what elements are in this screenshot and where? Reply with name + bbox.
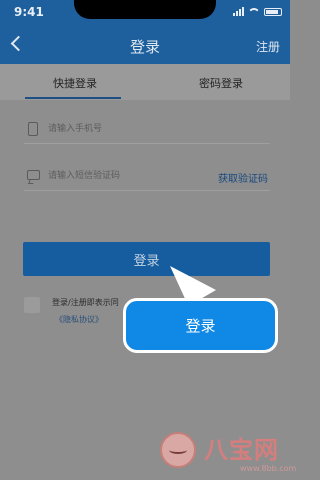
login-button[interactable]: 登录 <box>23 242 270 276</box>
register-link[interactable]: 注册 <box>256 38 280 55</box>
phone-field-row <box>24 119 270 144</box>
status-icons <box>233 7 282 16</box>
page-title: 登录 <box>129 38 160 56</box>
login-form-area: 快捷登录 密码登录 获取验证码 登录 登录/注册即表示同 《隐私协议》 <box>0 64 290 480</box>
status-bar: 9:41 <box>0 0 290 26</box>
agreement-checkbox[interactable] <box>24 297 40 313</box>
nav-bar: 登录 注册 <box>0 26 290 64</box>
camera-notch <box>74 0 216 19</box>
watermark: 八宝网 www.8bb.com <box>160 432 296 480</box>
sms-code-input[interactable] <box>48 168 208 184</box>
callout-bubble: 登录 <box>123 298 278 353</box>
phone-icon <box>28 122 38 136</box>
privacy-policy-link[interactable]: 《隐私协议》 <box>55 314 103 325</box>
active-tab-indicator <box>25 97 121 99</box>
callout-label: 登录 <box>185 317 216 335</box>
watermark-url: www.8bb.com <box>240 464 297 473</box>
status-time: 9:41 <box>14 5 44 19</box>
code-field-row: 获取验证码 <box>24 166 270 191</box>
login-button-label: 登录 <box>133 253 160 269</box>
login-screen: 9:41 登录 注册 快捷登录 密码登录 获取验证码 登录 <box>0 0 296 480</box>
signal-icon <box>233 7 244 16</box>
phone-input[interactable] <box>48 121 208 137</box>
battery-icon <box>264 7 282 16</box>
wifi-icon <box>248 7 260 16</box>
watermark-logo-icon <box>160 432 196 468</box>
watermark-title: 八宝网 <box>204 436 279 464</box>
login-tabs: 快捷登录 密码登录 <box>0 64 290 100</box>
message-icon <box>27 170 40 180</box>
get-code-button[interactable]: 获取验证码 <box>218 170 268 185</box>
tab-password-login[interactable]: 密码登录 <box>199 75 243 91</box>
agreement-text: 登录/注册即表示同 <box>52 298 119 307</box>
tab-quick-login[interactable]: 快捷登录 <box>53 75 97 91</box>
